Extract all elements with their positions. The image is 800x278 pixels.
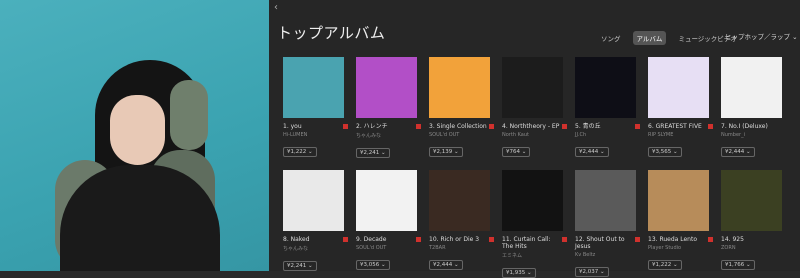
album-cover[interactable] [429,170,490,231]
album-card[interactable]: 9. Decade SOUL'd OUT ¥3,056 ⌄ [356,170,429,278]
album-cover[interactable] [502,57,563,118]
album-artist[interactable]: ちゃんみな [283,245,343,252]
price-button[interactable]: ¥3,056 ⌄ [356,260,390,270]
explicit-badge [416,237,421,242]
explicit-badge [343,124,348,129]
album-card[interactable]: 8. Naked ちゃんみな ¥2,241 ⌄ [283,170,356,278]
album-title[interactable]: 12. Shout Out to Jesus [575,236,635,250]
album-cover[interactable] [356,170,417,231]
genre-dropdown[interactable]: ヒップホップ／ラップ ⌄ [725,31,798,41]
explicit-badge [562,237,567,242]
explicit-badge [635,124,640,129]
explicit-badge [489,124,494,129]
album-cover[interactable] [721,57,782,118]
album-artist[interactable]: JJ.Ch [575,132,635,138]
album-card[interactable]: 4. Norththeory - EP North Kaut ¥764 ⌄ [502,57,575,158]
price-button[interactable]: ¥3,565 ⌄ [648,147,682,157]
album-cover[interactable] [648,57,709,118]
album-artist[interactable]: SOUL'd OUT [356,245,416,251]
album-card[interactable]: 12. Shout Out to Jesus Kv Beltz ¥2,037 ⌄ [575,170,648,278]
price-button[interactable]: ¥2,444 ⌄ [721,147,755,157]
album-card[interactable]: 1. you Hi-LUMEN ¥1,222 ⌄ [283,57,356,158]
album-card[interactable]: 10. Rich or Die 3 T2BAR ¥2,444 ⌄ [429,170,502,278]
tab-albums[interactable]: アルバム [632,31,667,45]
album-title[interactable]: 3. Single Collection [429,123,489,130]
album-row-2: 8. Naked ちゃんみな ¥2,241 ⌄ 9. Decade SOUL'd OUT… [283,170,794,278]
page-title: トップアルバム [277,24,386,42]
album-artist[interactable]: Hi-LUMEN [283,132,343,138]
album-cover[interactable] [575,57,636,118]
explicit-badge [416,124,421,129]
price-button[interactable]: ¥764 ⌄ [502,147,531,157]
album-card[interactable]: 14. 925 ZORN ¥1,766 ⌄ [721,170,794,278]
price-button[interactable]: ¥2,444 ⌄ [429,260,463,270]
album-artist[interactable]: ZORN [721,245,781,251]
album-artist[interactable]: T2BAR [429,245,489,251]
music-store-panel: ‹ トップアルバム ソング アルバム ミュージックビデオ ヒップホップ／ラップ … [269,0,800,278]
album-title[interactable]: 1. you [283,123,343,130]
album-cover[interactable] [648,170,709,231]
filter-tabs: ソング アルバム ミュージックビデオ [597,31,741,45]
price-button[interactable]: ¥1,766 ⌄ [721,260,755,270]
album-title[interactable]: 8. Naked [283,236,343,243]
album-artist[interactable]: North Kaut [502,132,562,138]
album-title[interactable]: 14. 925 [721,236,781,243]
hand-shape [170,80,208,150]
album-cover[interactable] [502,170,563,231]
album-artist[interactable]: ちゃんみな [356,132,416,139]
explicit-badge [343,237,348,242]
album-artist[interactable]: RIP SLYME [648,132,708,138]
album-title[interactable]: 7. No.I (Deluxe) [721,123,781,130]
album-card[interactable]: 11. Curtain Call: The Hits エミネム ¥1,935 ⌄ [502,170,575,278]
price-button[interactable]: ¥1,935 ⌄ [502,268,536,278]
album-artist[interactable]: SOUL'd OUT [429,132,489,138]
album-title[interactable]: 6. GREATEST FIVE [648,123,708,130]
price-button[interactable]: ¥2,139 ⌄ [429,147,463,157]
album-card[interactable]: 2. ハレンチ ちゃんみな ¥2,241 ⌄ [356,57,429,158]
album-title[interactable]: 10. Rich or Die 3 [429,236,489,243]
price-button[interactable]: ¥2,241 ⌄ [356,148,390,158]
album-cover[interactable] [429,57,490,118]
album-artist[interactable]: エミネム [502,252,562,259]
album-cover[interactable] [356,57,417,118]
album-title[interactable]: 2. ハレンチ [356,123,416,130]
album-cover[interactable] [721,170,782,231]
album-title[interactable]: 9. Decade [356,236,416,243]
chevron-left-icon[interactable]: ‹ [274,2,278,13]
price-button[interactable]: ¥1,222 ⌄ [648,260,682,270]
album-card[interactable]: 6. GREATEST FIVE RIP SLYME ¥3,565 ⌄ [648,57,721,158]
album-row-1: 1. you Hi-LUMEN ¥1,222 ⌄ 2. ハレンチ ちゃんみな ¥2,241… [283,57,794,158]
album-cover[interactable] [575,170,636,231]
explicit-badge [708,237,713,242]
explicit-badge [562,124,567,129]
album-artist[interactable]: Kv Beltz [575,252,635,258]
explicit-badge [635,237,640,242]
album-title[interactable]: 4. Norththeory - EP [502,123,562,130]
album-card[interactable]: 5. 青の丘 JJ.Ch ¥2,444 ⌄ [575,57,648,158]
price-button[interactable]: ¥2,444 ⌄ [575,147,609,157]
album-artist[interactable]: Number_i [721,132,781,138]
album-title[interactable]: 11. Curtain Call: The Hits [502,236,562,250]
album-title[interactable]: 13. Rueda Lento [648,236,708,243]
album-artist[interactable]: Player Studio [648,245,708,251]
album-card[interactable]: 3. Single Collection SOUL'd OUT ¥2,139 ⌄ [429,57,502,158]
tab-songs[interactable]: ソング [597,31,625,45]
album-cover[interactable] [283,170,344,231]
artist-photo [0,0,269,271]
album-card[interactable]: 13. Rueda Lento Player Studio ¥1,222 ⌄ [648,170,721,278]
explicit-badge [708,124,713,129]
explicit-badge [489,237,494,242]
price-button[interactable]: ¥1,222 ⌄ [283,147,317,157]
face-shape [110,95,165,165]
album-cover[interactable] [283,57,344,118]
album-title[interactable]: 5. 青の丘 [575,123,635,130]
album-card[interactable]: 7. No.I (Deluxe) Number_i ¥2,444 ⌄ [721,57,794,158]
price-button[interactable]: ¥2,037 ⌄ [575,267,609,277]
price-button[interactable]: ¥2,241 ⌄ [283,261,317,271]
